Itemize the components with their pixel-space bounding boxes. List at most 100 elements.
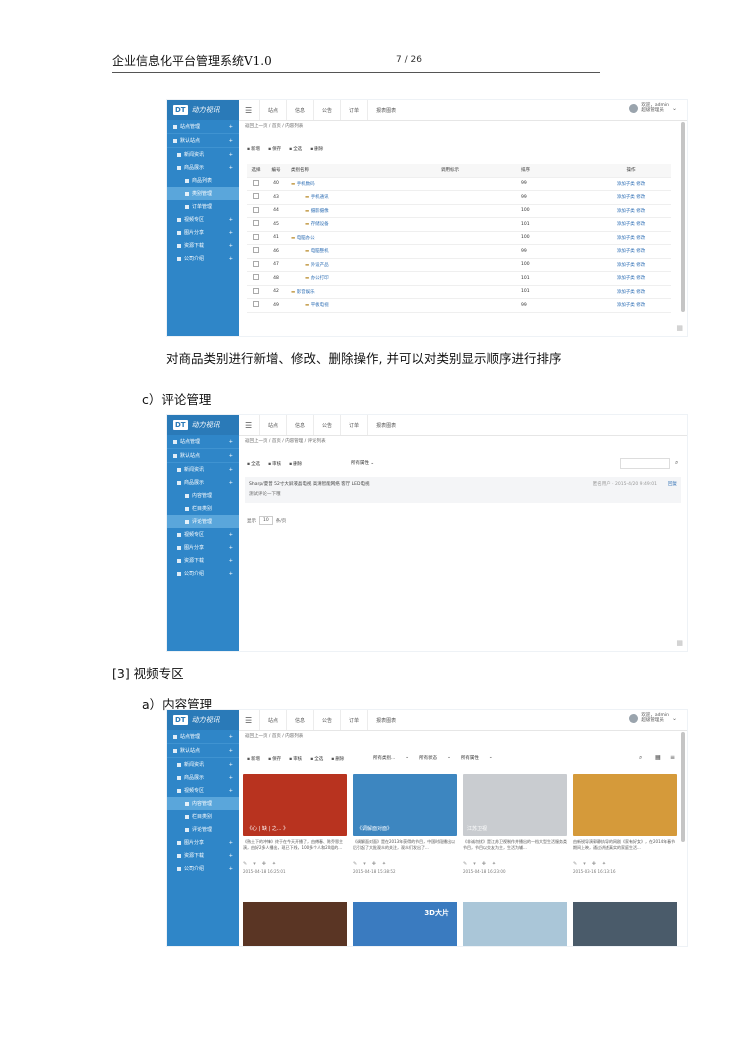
sidebar-item[interactable]: 评论管理 bbox=[167, 823, 239, 836]
expand-icon[interactable]: + bbox=[229, 256, 233, 262]
toolbar-button[interactable]: 删除 bbox=[331, 756, 344, 762]
sidebar-item[interactable]: 图片分享 + bbox=[167, 836, 239, 849]
expand-icon[interactable]: + bbox=[229, 453, 233, 459]
video-thumbnail[interactable]: 江苏卫视 bbox=[463, 774, 567, 836]
row-name[interactable]: 电脑办公 bbox=[297, 236, 315, 241]
breadcrumb[interactable]: 返回上一页 / 首页 / 内容列表 bbox=[245, 733, 303, 739]
chevron-down-icon[interactable]: ⌄ bbox=[672, 715, 677, 722]
expand-icon[interactable]: + bbox=[229, 217, 233, 223]
row-name[interactable]: 手机数码 bbox=[297, 182, 315, 187]
sidebar-item[interactable]: 默认站点 + bbox=[167, 134, 239, 148]
menu-toggle-icon[interactable]: ☰ bbox=[245, 421, 253, 430]
top-nav-item[interactable]: 信息 bbox=[286, 100, 313, 120]
sidebar-item[interactable]: 商品列表 bbox=[167, 174, 239, 187]
video-card[interactable]: 《心 | 缺 | 之... 》《熟土下的冲锋》终于在今天开播了，由傅春、陈乔恩主… bbox=[243, 774, 347, 874]
grid-view-icon[interactable]: ▦ bbox=[655, 754, 661, 761]
expand-icon[interactable]: + bbox=[229, 152, 233, 158]
row-sort[interactable]: 100 bbox=[521, 262, 530, 267]
row-actions[interactable]: 添加子类 修改 bbox=[591, 190, 671, 205]
row-sort[interactable]: 99 bbox=[521, 195, 527, 200]
scrollbar[interactable] bbox=[681, 732, 685, 842]
row-sort[interactable]: 100 bbox=[521, 208, 530, 213]
sidebar-item[interactable]: 公司介绍 + bbox=[167, 862, 239, 875]
expand-icon[interactable]: + bbox=[229, 165, 233, 171]
menu-toggle-icon[interactable]: ☰ bbox=[245, 106, 253, 115]
row-checkbox[interactable] bbox=[253, 206, 259, 213]
row-checkbox[interactable] bbox=[253, 260, 259, 267]
sidebar-item[interactable]: 栏目类别 bbox=[167, 502, 239, 515]
row-name[interactable]: 办公打印 bbox=[311, 276, 329, 281]
expand-icon[interactable]: + bbox=[229, 230, 233, 236]
expand-icon[interactable]: + bbox=[229, 439, 233, 445]
card-action-icons[interactable]: ✎▾✚✦ bbox=[243, 861, 347, 867]
row-actions[interactable]: 添加子类 修改 bbox=[591, 231, 671, 245]
top-nav-item[interactable]: 订单 bbox=[340, 710, 367, 730]
expand-icon[interactable]: + bbox=[229, 558, 233, 564]
row-actions[interactable]: 添加子类 修改 bbox=[591, 298, 671, 313]
top-nav-item[interactable]: 站点 bbox=[259, 415, 286, 435]
row-actions[interactable]: 添加子类 修改 bbox=[591, 258, 671, 272]
toolbar-button[interactable]: 全选 bbox=[247, 461, 260, 467]
expand-icon[interactable]: + bbox=[229, 734, 233, 740]
user-menu[interactable]: 欢迎，admin 超级管理员 ⌄ bbox=[629, 103, 677, 113]
sidebar-item[interactable]: 栏目类别 bbox=[167, 810, 239, 823]
sidebar-item[interactable]: 默认站点 + bbox=[167, 449, 239, 463]
row-sort[interactable]: 99 bbox=[521, 249, 527, 254]
filter-dropdown[interactable]: 所有属性 bbox=[461, 755, 479, 761]
toolbar-button[interactable]: 全选 bbox=[289, 146, 302, 152]
sidebar-item[interactable]: 视频专区 + bbox=[167, 528, 239, 541]
search-input[interactable] bbox=[620, 458, 670, 469]
top-nav-item[interactable]: 公告 bbox=[313, 100, 340, 120]
search-icon[interactable]: ⌕ bbox=[639, 754, 642, 762]
menu-toggle-icon[interactable]: ☰ bbox=[245, 716, 253, 725]
video-card[interactable]: 江苏卫视 《非诚勿扰》是江苏卫视制作并播出的一档大型生活服务类节目，节目以交友为主… bbox=[463, 774, 567, 874]
top-nav-item[interactable]: 站点 bbox=[259, 710, 286, 730]
row-name[interactable]: 手机通讯 bbox=[311, 195, 329, 200]
expand-icon[interactable]: + bbox=[229, 748, 233, 754]
expand-icon[interactable]: + bbox=[229, 138, 233, 144]
expand-icon[interactable]: + bbox=[229, 532, 233, 538]
user-menu[interactable]: 欢迎，admin 超级管理员 ⌄ bbox=[629, 713, 677, 723]
row-sort[interactable]: 101 bbox=[521, 222, 530, 227]
sidebar-item[interactable]: 视频专区 + bbox=[167, 213, 239, 226]
sidebar-item[interactable]: 商品展示 + bbox=[167, 161, 239, 174]
sidebar-item[interactable]: 资源下载 + bbox=[167, 849, 239, 862]
card-action-icons[interactable]: ✎▾✚✦ bbox=[463, 861, 567, 867]
reply-link[interactable]: 回复 bbox=[668, 481, 677, 487]
breadcrumb[interactable]: 返回上一页 / 首页 / 内容管理 / 评论列表 bbox=[245, 438, 326, 444]
sidebar-item[interactable]: 站点管理 + bbox=[167, 730, 239, 744]
sidebar-item[interactable]: 站点管理 + bbox=[167, 120, 239, 134]
sidebar-item[interactable]: 新闻资讯 + bbox=[167, 758, 239, 771]
row-actions[interactable]: 添加子类 修改 bbox=[591, 204, 671, 218]
toolbar-button[interactable]: 全选 bbox=[310, 756, 323, 762]
row-checkbox[interactable] bbox=[253, 220, 259, 227]
row-actions[interactable]: 添加子类 修改 bbox=[591, 217, 671, 232]
row-sort[interactable]: 99 bbox=[521, 181, 527, 186]
row-sort[interactable]: 101 bbox=[521, 289, 530, 294]
video-thumbnail[interactable] bbox=[243, 902, 347, 946]
sidebar-item[interactable]: 资源下载 + bbox=[167, 239, 239, 252]
row-checkbox[interactable] bbox=[253, 274, 259, 281]
sidebar-item[interactable]: 新闻资讯 + bbox=[167, 463, 239, 476]
video-thumbnail[interactable]: 《心 | 缺 | 之... 》 bbox=[243, 774, 347, 836]
expand-icon[interactable]: + bbox=[229, 545, 233, 551]
toolbar-button[interactable]: 保存 bbox=[268, 756, 281, 762]
sidebar-item[interactable]: 图片分享 + bbox=[167, 226, 239, 239]
sidebar-item[interactable]: 内容管理 bbox=[167, 797, 239, 810]
expand-icon[interactable]: + bbox=[229, 243, 233, 249]
row-checkbox[interactable] bbox=[253, 247, 259, 254]
toolbar-button[interactable]: 删除 bbox=[310, 146, 323, 152]
grid-icon[interactable]: ▦ bbox=[676, 639, 683, 647]
sidebar-item[interactable]: 默认站点 + bbox=[167, 744, 239, 758]
row-name[interactable]: 存储设备 bbox=[311, 222, 329, 227]
sidebar-item[interactable]: 评论管理 bbox=[167, 515, 239, 528]
video-thumbnail[interactable]: 3D大片 bbox=[353, 902, 457, 946]
row-name[interactable]: 电脑整机 bbox=[311, 249, 329, 254]
top-nav-item[interactable]: 公告 bbox=[313, 415, 340, 435]
sidebar-item[interactable]: 站点管理 + bbox=[167, 435, 239, 449]
row-sort[interactable]: 99 bbox=[521, 303, 527, 308]
expand-icon[interactable]: + bbox=[229, 571, 233, 577]
toolbar-button[interactable]: 新增 bbox=[247, 146, 260, 152]
row-sort[interactable]: 100 bbox=[521, 235, 530, 240]
filter-dropdown[interactable]: 所有类别... bbox=[373, 755, 395, 761]
